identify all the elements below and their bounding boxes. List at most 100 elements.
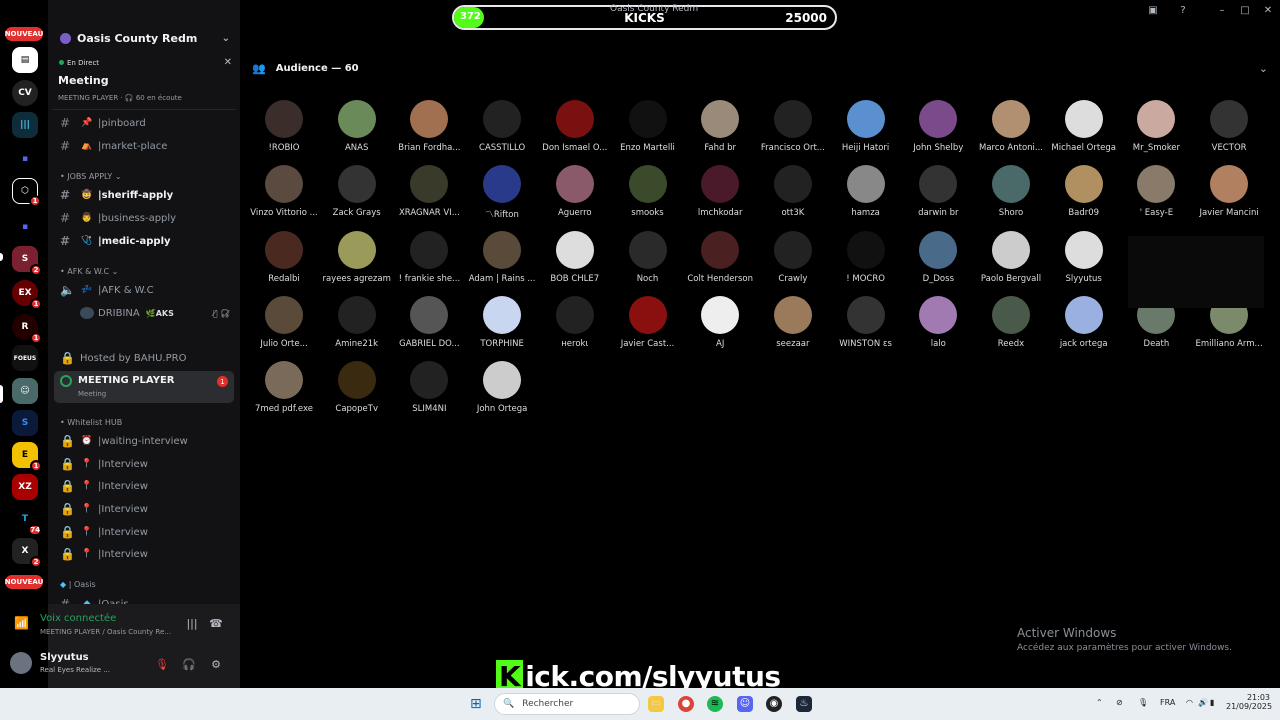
audience-member[interactable]: Colt Henderson [684, 229, 756, 293]
help-icon[interactable]: ? [1177, 5, 1189, 17]
audience-member[interactable]: Shoro [975, 163, 1047, 227]
headphones-icon[interactable]: 🎧 [181, 658, 197, 674]
audience-member[interactable]: Javier Cast... [612, 294, 684, 358]
obs-icon[interactable]: ◉ [766, 696, 782, 712]
channel-medic-apply[interactable]: # 🩺 | medic-apply [56, 231, 236, 251]
avatar[interactable] [10, 652, 32, 674]
server-icon[interactable]: FOEUS [12, 345, 38, 371]
audience-member[interactable]: ott3K [757, 163, 829, 227]
language-indicator[interactable]: FRA [1160, 698, 1175, 707]
audience-member[interactable]: lalo [902, 294, 974, 358]
audience-member[interactable]: XRAGNAR VI... [393, 163, 465, 227]
audience-member[interactable]: Brian Fordha... [393, 98, 465, 162]
taskbar-search[interactable]: 🔍 Rechercher [494, 693, 640, 715]
clock[interactable]: 21:03 21/09/2025 [1226, 693, 1272, 711]
audience-member[interactable]: John Shelby [902, 98, 974, 162]
channel-interview[interactable]: 🔒 📍 | Interview [56, 522, 236, 542]
windows-start-icon[interactable]: ⊞ [470, 696, 486, 712]
audience-member[interactable]: hamza [830, 163, 902, 227]
audience-member[interactable]: D_Doss [902, 229, 974, 293]
file-explorer-icon[interactable]: ▭ [648, 696, 664, 712]
server-icon[interactable]: ⬡ 1 [12, 178, 41, 207]
audience-member[interactable]: Redalbi [248, 229, 320, 293]
stage-channel-meeting-player[interactable]: MEETING PLAYER Meeting 1 [54, 371, 234, 403]
audience-member[interactable]: Michael Ortega [1048, 98, 1120, 162]
audience-member[interactable]: CASSTILLO [466, 98, 538, 162]
spotify-icon[interactable]: ≋ [707, 696, 723, 712]
audience-member[interactable]: ' Easy-E [1120, 163, 1192, 227]
channel-business-apply[interactable]: # 👨 | business-apply [56, 208, 236, 228]
audience-member[interactable]: Fahd br [684, 98, 756, 162]
audience-member[interactable]: Badr09 [1048, 163, 1120, 227]
channel-pinboard[interactable]: # 📌 | pinboard [56, 113, 236, 133]
live-event-card[interactable]: En Direct ✕ Meeting MEETING PLAYER · 🎧 6… [52, 54, 236, 110]
audience-member[interactable]: Slyyutus [1048, 229, 1120, 293]
audience-member[interactable]: GABRIEL DO... [393, 294, 465, 358]
network-icon[interactable]: ⊘ [1116, 698, 1123, 707]
audience-member[interactable]: seezaar [757, 294, 829, 358]
folder-icon[interactable]: ▪ [12, 146, 38, 172]
signal-icon[interactable]: 📶 [14, 616, 29, 630]
voice-user[interactable]: DRIBINA 🌿 AKS 🎙̸ 🎧̸ [56, 303, 236, 323]
audience-member[interactable]: jack ortega [1048, 294, 1120, 358]
channel-interview[interactable]: 🔒 📍 | Interview [56, 499, 236, 519]
audience-member[interactable]: BOB CHLE7 [539, 229, 611, 293]
channel-hosted[interactable]: 🔒 Hosted by BAHU.PRO [56, 348, 236, 368]
audience-member[interactable]: John Ortega [466, 359, 538, 423]
chevron-down-icon[interactable]: ⌄ [1259, 62, 1268, 75]
audience-member[interactable]: Adam | Rains ... [466, 229, 538, 293]
category-whitelist[interactable]: • Whitelist HUB [60, 418, 122, 427]
server-icon[interactable]: X2 [12, 538, 42, 568]
audience-member[interactable]: lmchkodar [684, 163, 756, 227]
audience-member[interactable]: darwin br [902, 163, 974, 227]
folder-icon[interactable]: ▪ [12, 214, 38, 240]
voice-channel-name[interactable]: MEETING PLAYER / Oasis County Re... [40, 628, 171, 636]
audience-member[interactable]: Paolo Bergvall [975, 229, 1047, 293]
audience-member[interactable]: rayees agrezam [321, 229, 393, 293]
audience-member[interactable]: TORPHINE [466, 294, 538, 358]
channel-interview[interactable]: 🔒 📍 | Interview [56, 454, 236, 474]
server-icon[interactable]: XZ [12, 474, 38, 500]
channel-market-place[interactable]: # ⛺ | market-place [56, 136, 236, 156]
wifi-icon[interactable]: ◠ [1186, 698, 1193, 707]
audience-member[interactable]: Noch [612, 229, 684, 293]
audience-member[interactable]: Julio Orte... [248, 294, 320, 358]
audience-member[interactable]: нerokι [539, 294, 611, 358]
server-icon[interactable]: ☺ [12, 378, 38, 404]
close-icon[interactable]: ✕ [1262, 5, 1274, 17]
chrome-icon[interactable]: ● [678, 696, 694, 712]
audience-member[interactable]: Enzo Martelli [612, 98, 684, 162]
audience-member[interactable]: Crawly [757, 229, 829, 293]
chevron-up-icon[interactable]: ⌃ [1096, 698, 1103, 707]
audience-member[interactable]: Javier Mancini [1193, 163, 1265, 227]
server-icon[interactable]: CV [12, 80, 38, 106]
channel-waiting-interview[interactable]: 🔒 ⏰ | waiting-interview [56, 431, 236, 451]
audience-member[interactable]: Don Ismael O... [539, 98, 611, 162]
audience-member[interactable]: Heiji Hatori [830, 98, 902, 162]
server-icon[interactable]: R1 [12, 314, 42, 344]
discord-icon[interactable]: ☺ [737, 696, 753, 712]
category-oasis[interactable]: ◆ | Oasis [60, 580, 96, 589]
channel-sheriff-apply[interactable]: # 🤠 | sheriff-apply [56, 185, 236, 205]
channel-interview[interactable]: 🔒 📍 | Interview [56, 476, 236, 496]
audience-member[interactable]: AJ [684, 294, 756, 358]
audience-member[interactable]: Mr_Smoker [1120, 98, 1192, 162]
audience-member[interactable]: Zack Grays [321, 163, 393, 227]
user-name[interactable]: Slyyutus [40, 652, 89, 663]
inbox-icon[interactable]: ▣ [1147, 5, 1159, 17]
category-jobs-apply[interactable]: • JOBS APPLY ⌄ [60, 172, 122, 181]
server-icon[interactable]: EX 1 [12, 280, 42, 310]
server-icon[interactable]: ▤ [12, 47, 38, 73]
server-icon[interactable]: S [12, 410, 38, 436]
soundboard-icon[interactable]: ||| [184, 617, 200, 633]
audience-member[interactable]: Marco Antoni... [975, 98, 1047, 162]
battery-icon[interactable]: ▮ [1210, 698, 1214, 707]
mic-muted-icon[interactable]: 🎙 [154, 658, 170, 674]
audience-member[interactable]: smooks [612, 163, 684, 227]
audience-member[interactable]: Amine21k [321, 294, 393, 358]
category-afk[interactable]: • AFK & W.C ⌄ [60, 267, 118, 276]
settings-gear-icon[interactable]: ⚙ [208, 658, 224, 674]
audience-member[interactable]: ! frankie she... [393, 229, 465, 293]
audience-member[interactable]: CapopeTv [321, 359, 393, 423]
audience-member[interactable]: Reedx [975, 294, 1047, 358]
